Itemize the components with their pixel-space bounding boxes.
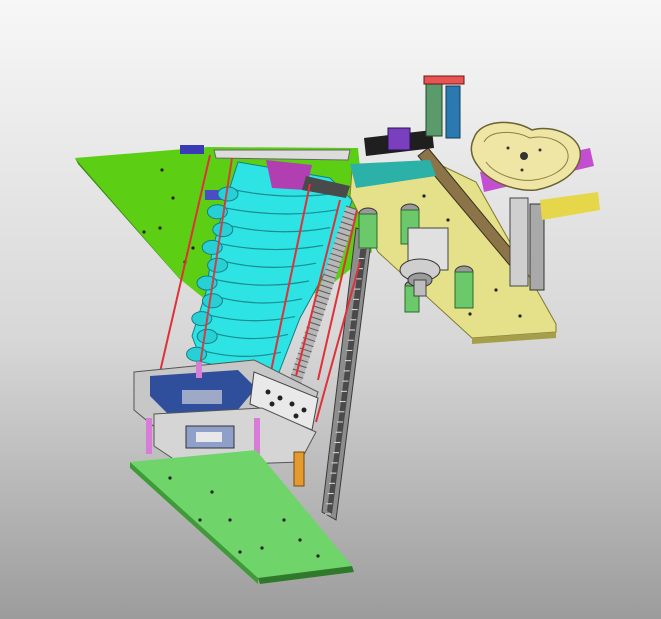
lower-base-plate[interactable] [130,450,354,584]
support-post [146,418,152,454]
bellows-fold-lobe [207,257,229,273]
rail-bushing [293,451,305,487]
bellows-fold-lobe [196,328,218,344]
bellows-fold-lobe [201,293,223,309]
heart-plate-hole [506,146,510,150]
clamp-insert [182,390,222,404]
clamp-assembly[interactable] [133,359,319,467]
cylinder [358,207,378,249]
heart-plate-hole [538,148,542,152]
cad-viewport[interactable] [0,0,661,619]
carriage-window-inner [196,432,222,442]
lower-base-plate-face [130,450,352,578]
cad-model-render [75,75,600,584]
support-post [254,418,260,454]
cylinder [454,265,474,309]
heart-plate-hole [520,168,524,172]
top-bar [213,149,351,161]
vertical-slide-b [445,85,461,139]
heart-plate-hub [520,152,528,160]
guide-column [509,197,529,287]
support-post [196,362,202,378]
upper-mount-tab [180,145,204,154]
top-cap [423,75,465,85]
bellows-fold-lobe [212,222,234,238]
vertical-slide [425,79,443,137]
bellows-fold-lobe [186,346,208,362]
yellow-tab [540,192,600,220]
motor-bracket-purple [387,127,411,151]
